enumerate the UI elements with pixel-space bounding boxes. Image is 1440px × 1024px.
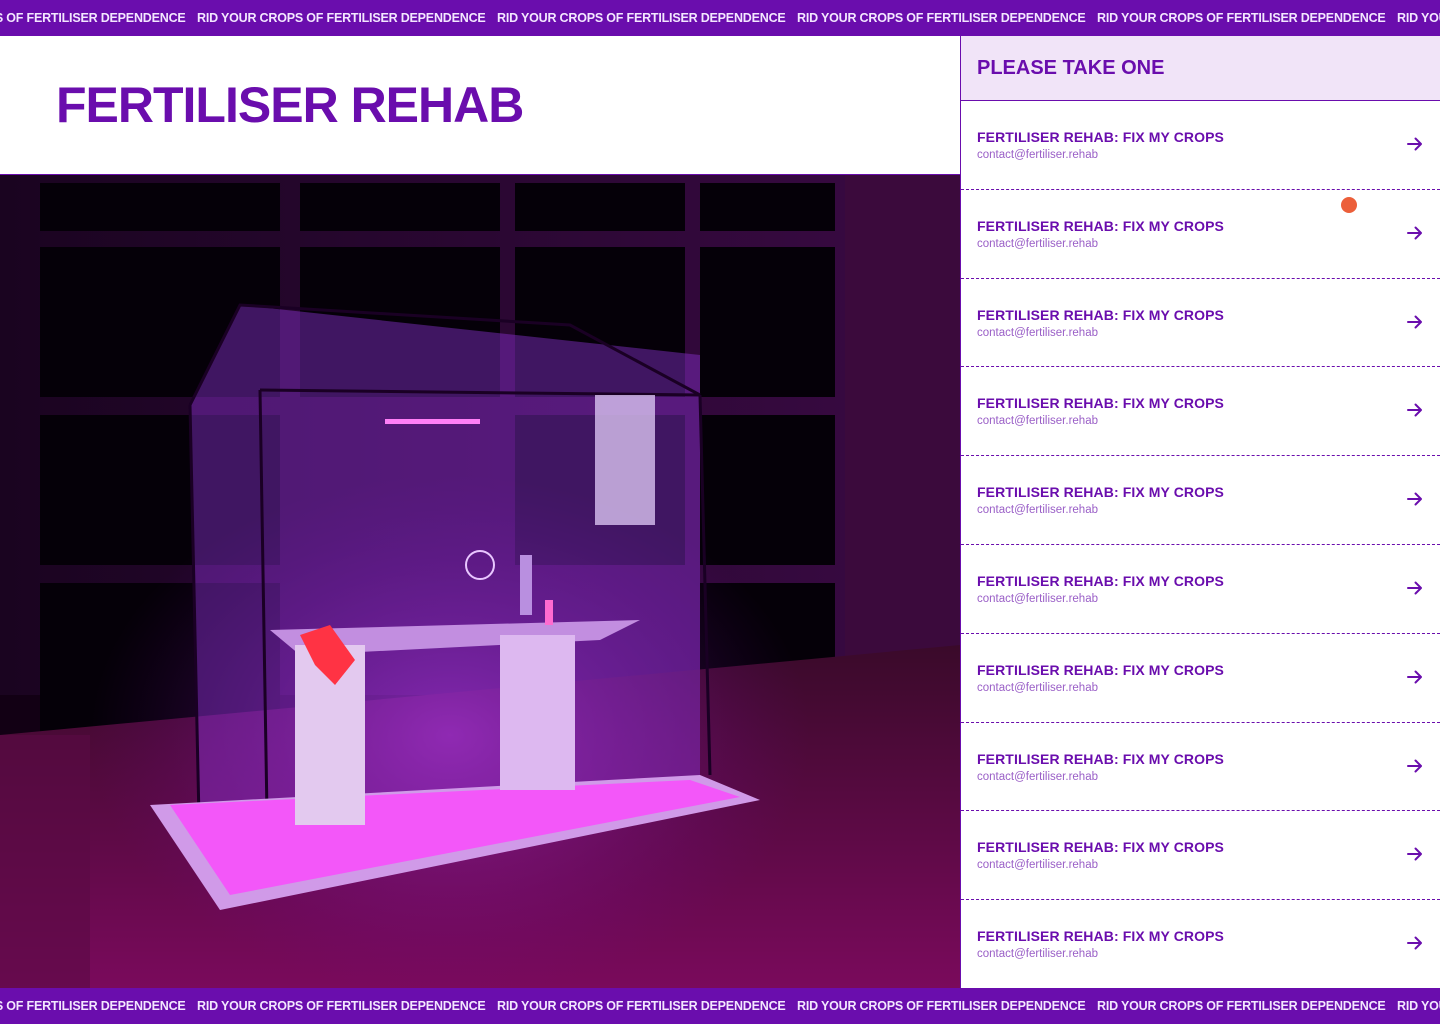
header: FERTILISER REHAB	[0, 36, 960, 175]
list-item[interactable]: FERTILISER REHAB: FIX MY CROPS contact@f…	[961, 634, 1440, 723]
item-email: contact@fertiliser.rehab	[977, 770, 1098, 783]
item-title: FERTILISER REHAB: FIX MY CROPS	[977, 661, 1224, 678]
arrow-right-icon[interactable]	[1406, 313, 1424, 331]
cursor-dot	[1341, 197, 1357, 213]
hero-image	[0, 175, 960, 988]
item-title: FERTILISER REHAB: FIX MY CROPS	[977, 928, 1224, 945]
marquee-text: RID YOUR CROPS OF FERTILISER DEPENDENCE	[197, 11, 486, 25]
item-email: contact@fertiliser.rehab	[977, 948, 1098, 961]
marquee-text: RID YOUR CROPS OF FERTILISER DEPENDENCE	[0, 999, 186, 1013]
item-email: contact@fertiliser.rehab	[977, 592, 1098, 605]
arrow-right-icon[interactable]	[1406, 757, 1424, 775]
arrow-right-icon[interactable]	[1406, 845, 1424, 863]
arrow-right-icon[interactable]	[1406, 668, 1424, 686]
item-title: FERTILISER REHAB: FIX MY CROPS	[977, 572, 1224, 589]
marquee-banner-top: RID YOUR CROPS OF FERTILISER DEPENDENCE …	[0, 0, 1440, 36]
item-email: contact@fertiliser.rehab	[977, 326, 1098, 339]
item-email: contact@fertiliser.rehab	[977, 504, 1098, 517]
marquee-text: RID YOUR CROPS OF FERTILISER DEPENDENCE	[497, 999, 786, 1013]
item-email: contact@fertiliser.rehab	[977, 237, 1098, 250]
list-item[interactable]: FERTILISER REHAB: FIX MY CROPS contact@f…	[961, 101, 1440, 190]
marquee-text: RID YOUR CROPS OF FERTILISER DEPENDENCE	[197, 999, 486, 1013]
arrow-right-icon[interactable]	[1406, 579, 1424, 597]
marquee-text: RID YOUR CROPS OF FERTILISER DEPENDENCE	[1397, 11, 1440, 25]
list-item[interactable]: FERTILISER REHAB: FIX MY CROPS contact@f…	[961, 279, 1440, 368]
item-email: contact@fertiliser.rehab	[977, 149, 1098, 161]
panel-header: PLEASE TAKE ONE	[961, 36, 1440, 101]
marquee-text: RID YOUR CROPS OF FERTILISER DEPENDENCE	[1097, 999, 1386, 1013]
list-item[interactable]: FERTILISER REHAB: FIX MY CROPS contact@f…	[961, 900, 1440, 989]
item-title: FERTILISER REHAB: FIX MY CROPS	[977, 217, 1224, 234]
item-title: FERTILISER REHAB: FIX MY CROPS	[977, 484, 1224, 501]
marquee-text: RID YOUR CROPS OF FERTILISER DEPENDENCE	[0, 11, 186, 25]
marquee-text: RID YOUR CROPS OF FERTILISER DEPENDENCE	[1097, 11, 1386, 25]
list-item[interactable]: FERTILISER REHAB: FIX MY CROPS contact@f…	[961, 545, 1440, 634]
marquee-track: RID YOUR CROPS OF FERTILISER DEPENDENCE …	[0, 988, 1440, 1024]
item-title: FERTILISER REHAB: FIX MY CROPS	[977, 839, 1224, 856]
item-title: FERTILISER REHAB: FIX MY CROPS	[977, 395, 1224, 412]
arrow-right-icon[interactable]	[1406, 224, 1424, 242]
marquee-track: RID YOUR CROPS OF FERTILISER DEPENDENCE …	[0, 0, 1440, 36]
list-item[interactable]: FERTILISER REHAB: FIX MY CROPS contact@f…	[961, 367, 1440, 457]
list-item[interactable]: FERTILISER REHAB: FIX MY CROPS contact@f…	[961, 456, 1440, 545]
page-title: FERTILISER REHAB	[56, 77, 524, 133]
marquee-banner-bottom: RID YOUR CROPS OF FERTILISER DEPENDENCE …	[0, 988, 1440, 1024]
item-title: FERTILISER REHAB: FIX MY CROPS	[977, 750, 1224, 767]
marquee-text: RID YOUR CROPS OF FERTILISER DEPENDENCE	[1397, 999, 1440, 1013]
item-email: contact@fertiliser.rehab	[977, 859, 1098, 872]
marquee-text: RID YOUR CROPS OF FERTILISER DEPENDENCE	[797, 11, 1086, 25]
item-email: contact@fertiliser.rehab	[977, 681, 1098, 694]
list-item[interactable]: FERTILISER REHAB: FIX MY CROPS contact@f…	[961, 723, 1440, 812]
arrow-right-icon[interactable]	[1406, 934, 1424, 952]
panel-heading: PLEASE TAKE ONE	[977, 56, 1165, 79]
marquee-text: RID YOUR CROPS OF FERTILISER DEPENDENCE	[497, 11, 786, 25]
sidebar-panel: PLEASE TAKE ONE FERTILISER REHAB: FIX MY…	[960, 36, 1440, 988]
arrow-right-icon[interactable]	[1406, 401, 1424, 419]
arrow-right-icon[interactable]	[1406, 135, 1424, 153]
greenhouse-installation-photo	[0, 175, 960, 988]
item-title: FERTILISER REHAB: FIX MY CROPS	[977, 129, 1224, 145]
item-email: contact@fertiliser.rehab	[977, 415, 1098, 428]
list-item[interactable]: FERTILISER REHAB: FIX MY CROPS contact@f…	[961, 190, 1440, 279]
marquee-text: RID YOUR CROPS OF FERTILISER DEPENDENCE	[797, 999, 1086, 1013]
item-title: FERTILISER REHAB: FIX MY CROPS	[977, 306, 1224, 323]
take-one-list: FERTILISER REHAB: FIX MY CROPS contact@f…	[961, 101, 1440, 989]
list-item[interactable]: FERTILISER REHAB: FIX MY CROPS contact@f…	[961, 811, 1440, 901]
arrow-right-icon[interactable]	[1406, 490, 1424, 508]
